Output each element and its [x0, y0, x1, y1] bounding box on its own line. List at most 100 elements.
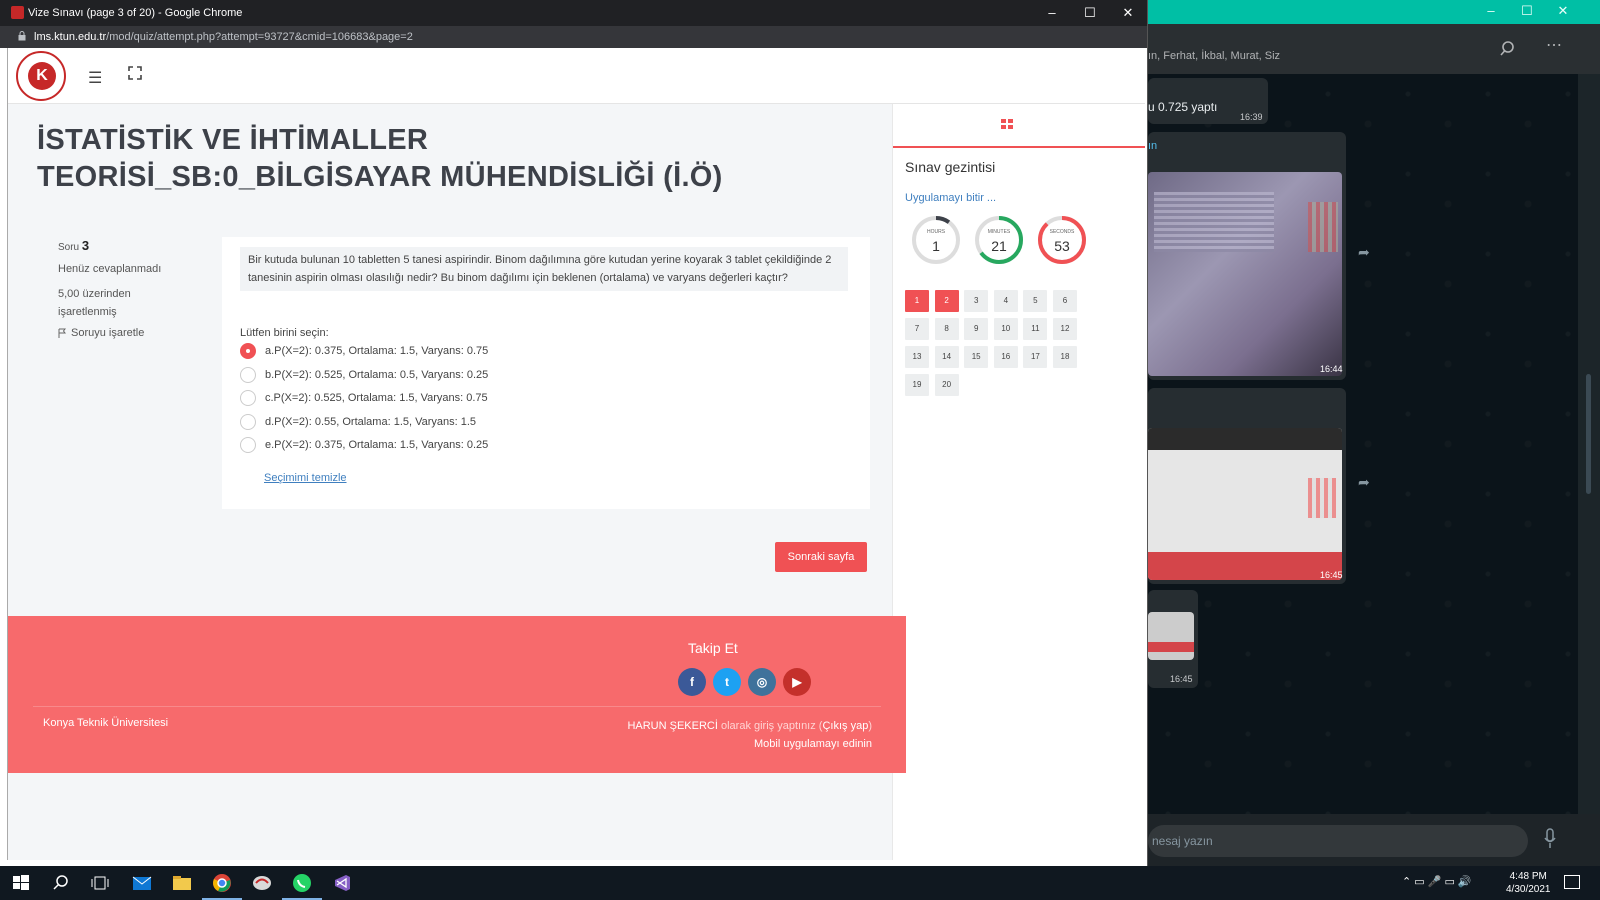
radio-button[interactable] — [240, 343, 256, 359]
windows-start-icon[interactable] — [10, 872, 32, 894]
minimize-button[interactable]: – — [1040, 5, 1064, 20]
answer-option[interactable]: b.P(X=2): 0.525, Ortalama: 0.5, Varyans:… — [240, 365, 488, 385]
message-input[interactable]: nesaj yazın — [1148, 825, 1528, 857]
clear-choice-link[interactable]: Seçimimi temizle — [264, 472, 347, 484]
answer-option[interactable]: c.P(X=2): 0.525, Ortalama: 1.5, Varyans:… — [240, 388, 488, 408]
timer-seconds: SECONDS 53 — [1036, 214, 1088, 266]
chrome-icon[interactable] — [211, 872, 233, 894]
question-nav-button[interactable]: 12 — [1053, 318, 1077, 340]
question-nav-button[interactable]: 2 — [934, 290, 959, 312]
answer-prompt: Lütfen birini seçin: — [240, 327, 329, 339]
flag-question-button[interactable]: Soruyu işaretle — [58, 327, 178, 339]
finish-attempt-link[interactable]: Uygulamayı bitir ... — [905, 192, 996, 204]
search-icon[interactable] — [1500, 40, 1518, 58]
chat-scrollbar[interactable] — [1578, 74, 1600, 814]
lock-icon — [18, 31, 26, 41]
mail-icon[interactable] — [131, 872, 153, 894]
file-explorer-icon[interactable] — [171, 872, 193, 894]
app-dragon-icon[interactable] — [251, 872, 273, 894]
next-page-button[interactable]: Sonraki sayfa — [775, 542, 867, 572]
instagram-icon[interactable]: ◎ — [748, 668, 776, 696]
question-status: Henüz cevaplanmadı — [58, 263, 162, 275]
search-icon[interactable] — [50, 872, 72, 894]
radio-button[interactable] — [240, 437, 256, 453]
photo-thumbnail[interactable] — [1148, 612, 1194, 660]
system-clock[interactable]: 4:48 PM 4/30/2021 — [1506, 870, 1551, 896]
question-nav-button[interactable]: 4 — [993, 290, 1018, 312]
scrollbar-thumb[interactable] — [1586, 374, 1591, 494]
question-nav-button[interactable]: 6 — [1053, 290, 1077, 312]
fullscreen-icon[interactable] — [128, 66, 142, 80]
image-message[interactable]: 16:45 — [1148, 590, 1198, 688]
answer-option[interactable]: e.P(X=2): 0.375, Ortalama: 1.5, Varyans:… — [240, 435, 488, 455]
question-nav-button[interactable]: 9 — [964, 318, 989, 340]
radio-button[interactable] — [240, 366, 256, 383]
microphone-icon[interactable] — [1543, 828, 1557, 850]
clock-time: 4:48 PM — [1509, 871, 1547, 882]
facebook-icon[interactable]: f — [678, 668, 706, 696]
user-profile-link[interactable]: HARUN ŞEKERCİ — [627, 720, 717, 732]
question-number-value: 3 — [81, 238, 90, 253]
question-nav-button[interactable]: 15 — [964, 346, 989, 368]
answer-option[interactable]: d.P(X=2): 0.55, Ortalama: 1.5, Varyans: … — [240, 412, 476, 432]
photo-content — [1308, 478, 1336, 518]
chrome-window: Vize Sınavı (page 3 of 20) - Google Chro… — [0, 0, 1148, 866]
minimize-button[interactable]: – — [1476, 3, 1506, 18]
image-message[interactable]: ın 16:44 — [1148, 132, 1346, 380]
question-nav-button[interactable]: 19 — [905, 374, 929, 396]
forward-icon[interactable]: ➦ — [1358, 244, 1370, 261]
message-time: 16:45 — [1320, 570, 1343, 580]
whatsapp-icon[interactable] — [291, 872, 313, 894]
question-nav-button[interactable]: 1 — [905, 290, 929, 312]
question-nav-button[interactable]: 17 — [1023, 346, 1048, 368]
forward-icon[interactable]: ➦ — [1358, 474, 1370, 491]
question-nav-button[interactable]: 10 — [993, 318, 1018, 340]
question-nav-button[interactable]: 8 — [934, 318, 959, 340]
radio-button[interactable] — [240, 390, 256, 406]
question-nav-button[interactable]: 3 — [964, 290, 989, 312]
radio-button[interactable] — [240, 413, 256, 430]
more-options-icon[interactable]: ⋯ — [1546, 35, 1563, 55]
photo-thumbnail[interactable] — [1148, 428, 1342, 580]
visual-studio-icon[interactable] — [331, 872, 353, 894]
url-text[interactable]: lms.ktun.edu.tr/mod/quiz/attempt.php?att… — [34, 31, 413, 43]
twitter-icon[interactable]: t — [713, 668, 741, 696]
question-nav-button[interactable]: 11 — [1023, 318, 1048, 340]
close-button[interactable]: ✕ — [1116, 5, 1140, 21]
question-nav-button[interactable]: 18 — [1053, 346, 1077, 368]
maximize-button[interactable]: ☐ — [1078, 5, 1102, 21]
logout-paren: ) — [868, 720, 872, 732]
maximize-button[interactable]: ☐ — [1512, 3, 1542, 19]
question-nav-button[interactable]: 7 — [905, 318, 929, 340]
address-bar[interactable]: lms.ktun.edu.tr/mod/quiz/attempt.php?att… — [0, 26, 1147, 48]
site-favicon-icon — [11, 6, 24, 19]
sidebar-divider — [893, 146, 1145, 148]
chat-header[interactable]: ın, Ferhat, İkbal, Murat, Siz ⋯ — [1148, 24, 1600, 74]
timer-label: HOURS — [926, 229, 946, 235]
question-nav-button[interactable]: 20 — [934, 374, 959, 396]
youtube-icon[interactable]: ▶ — [783, 668, 811, 696]
message-time: 16:44 — [1320, 364, 1343, 374]
university-logo[interactable]: K — [16, 51, 66, 101]
message-bubble[interactable]: u 0.725 yaptı 16:39 — [1148, 78, 1268, 124]
image-message[interactable]: 16:45 — [1148, 388, 1346, 584]
mobile-app-link[interactable]: Mobil uygulamayı edinin — [754, 738, 872, 750]
timer-value: 1 — [932, 238, 940, 254]
hamburger-menu-icon[interactable]: ☰ — [88, 68, 102, 88]
top-navbar: K ☰ — [8, 48, 1145, 104]
message-text: u 0.725 yaptı — [1148, 100, 1218, 114]
question-nav-button[interactable]: 13 — [905, 346, 929, 368]
notification-center-icon[interactable] — [1564, 875, 1580, 889]
answer-option-label: e.P(X=2): 0.375, Ortalama: 1.5, Varyans:… — [265, 439, 489, 451]
system-tray[interactable]: ⌃ ▭ 🎤 ▭ 🔊 — [1402, 875, 1472, 888]
question-nav-button[interactable]: 5 — [1023, 290, 1048, 312]
close-button[interactable]: ✕ — [1548, 3, 1578, 19]
logout-link[interactable]: Çıkış yap — [822, 720, 868, 732]
photo-thumbnail[interactable] — [1148, 172, 1342, 376]
answer-option[interactable]: a.P(X=2): 0.375, Ortalama: 1.5, Varyans:… — [240, 341, 488, 361]
task-view-icon[interactable] — [89, 872, 111, 894]
grid-icon[interactable] — [1001, 118, 1013, 130]
timer-minutes: MINUTES 21 — [973, 214, 1025, 266]
question-nav-button[interactable]: 14 — [934, 346, 959, 368]
question-nav-button[interactable]: 16 — [993, 346, 1018, 368]
